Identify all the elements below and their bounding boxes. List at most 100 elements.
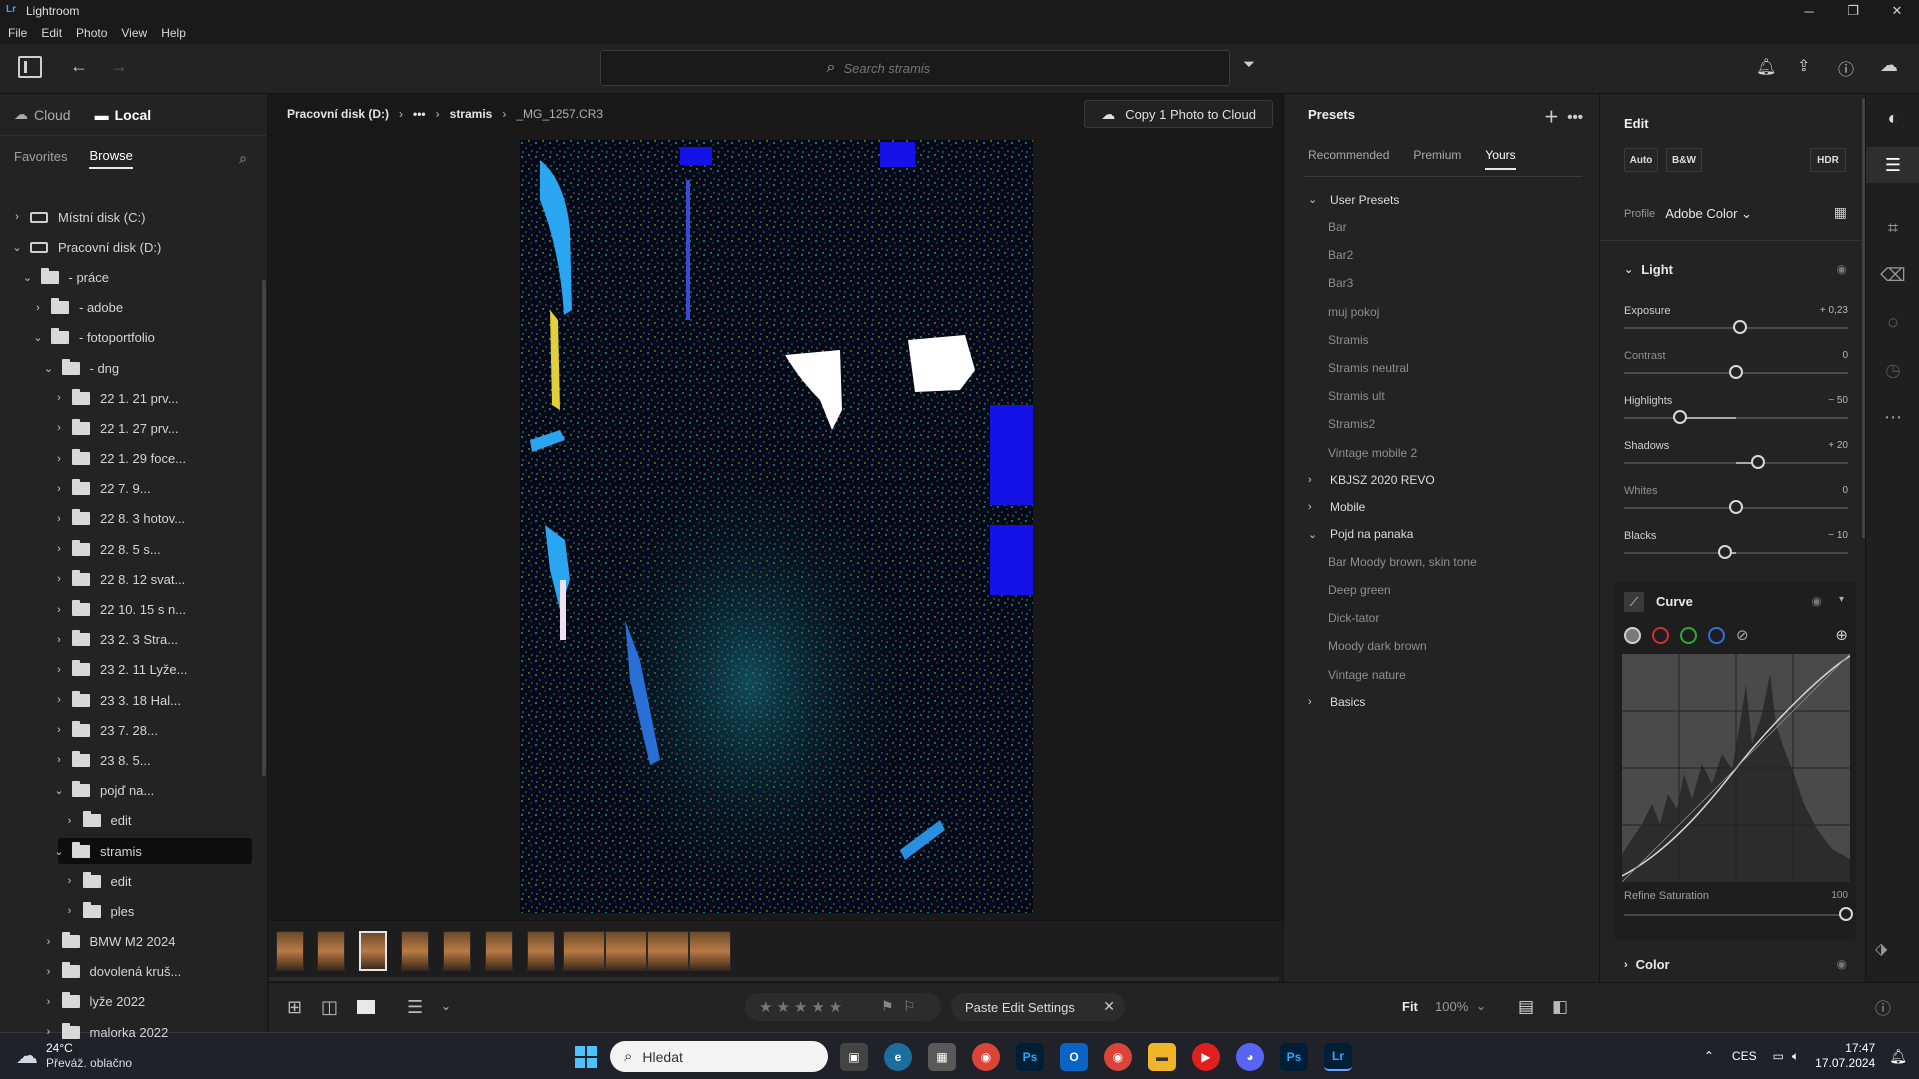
chevron-right-icon[interactable]: › — [42, 1026, 56, 1038]
chevron-right-icon[interactable]: › — [52, 422, 66, 434]
chevron-right-icon[interactable]: › — [52, 754, 66, 766]
chevron-right-icon[interactable]: › — [42, 966, 56, 978]
chevron-right-icon[interactable]: › — [52, 513, 66, 525]
slider-thumb[interactable] — [1729, 500, 1743, 514]
chevron-right-icon[interactable]: › — [52, 543, 66, 555]
curve-menu-chevron-icon[interactable]: ▾ — [1839, 594, 1844, 605]
preset-group[interactable]: › Basics — [1284, 689, 1600, 716]
chevron-down-icon[interactable]: ⌄ — [10, 241, 24, 254]
chevron-right-icon[interactable]: › — [63, 815, 77, 827]
preset-item[interactable]: Deep green — [1284, 576, 1600, 604]
curve-channel-blue[interactable] — [1708, 627, 1725, 644]
menu-edit[interactable]: Edit — [41, 26, 62, 40]
flag-reject-icon[interactable]: ⚐ — [903, 998, 916, 1015]
tree-folder-item[interactable]: ⌄ - fotoportfolio — [0, 323, 262, 353]
preset-item[interactable]: muj pokoj — [1284, 298, 1600, 326]
tree-folder-item[interactable]: › 23 2. 3 Stra... — [0, 625, 262, 655]
network-icon[interactable]: ▭ — [1773, 1049, 1784, 1063]
preset-item[interactable]: Vintage nature — [1284, 660, 1600, 688]
chevron-down-icon[interactable]: ⌄ — [52, 784, 66, 797]
language-indicator[interactable]: CES — [1732, 1049, 1757, 1063]
tree-folder-item[interactable]: › 22 8. 5 s... — [0, 534, 262, 564]
before-after-icon[interactable]: ◧ — [1552, 997, 1568, 1017]
curve-channel-rgb[interactable] — [1624, 627, 1641, 644]
main-photo[interactable] — [520, 140, 1033, 913]
preset-group[interactable]: ⌄ User Presets — [1284, 186, 1600, 213]
preset-group[interactable]: ⌄ Pojd na panaka — [1284, 521, 1600, 548]
masking-icon[interactable]: ◌ — [1866, 304, 1919, 340]
filmstrip-thumbnail[interactable] — [689, 931, 731, 971]
light-section-header[interactable]: ⌄ Light — [1624, 262, 1673, 277]
chevron-right-icon[interactable]: › — [63, 905, 77, 917]
chevron-right-icon[interactable]: › — [52, 634, 66, 646]
preset-item[interactable]: Stramis neutral — [1284, 354, 1600, 382]
preset-item[interactable]: Moody dark brown — [1284, 632, 1600, 660]
preset-item[interactable]: Bar2 — [1284, 241, 1600, 269]
cloud-status-icon[interactable]: ☁ — [1880, 55, 1898, 76]
tree-drive-item[interactable]: ⌄ Pracovní disk (D:) — [0, 232, 262, 262]
chevron-right-icon[interactable]: › — [52, 694, 66, 706]
discord-icon[interactable]: ◕ — [1236, 1043, 1264, 1071]
close-icon[interactable]: ✕ — [1103, 998, 1115, 1015]
left-panel-scrollbar[interactable] — [262, 280, 266, 776]
refine-saturation-thumb[interactable] — [1839, 907, 1853, 921]
hdr-button[interactable]: HDR — [1810, 148, 1846, 172]
filmstrip-thumbnail[interactable] — [443, 931, 471, 971]
menu-view[interactable]: View — [121, 26, 147, 40]
curve-visibility-eye-icon[interactable]: ◉ — [1812, 594, 1822, 608]
curve-channel-green[interactable] — [1680, 627, 1697, 644]
zoom-fit-button[interactable]: Fit — [1402, 999, 1418, 1014]
curve-channel-red[interactable] — [1652, 627, 1669, 644]
tree-folder-item[interactable]: › edit — [0, 806, 262, 836]
tree-folder-item[interactable]: › 22 1. 27 prv... — [0, 413, 262, 443]
paste-edit-settings-button[interactable]: Paste Edit Settings ✕ — [951, 993, 1125, 1021]
slider-thumb[interactable] — [1717, 545, 1732, 559]
tree-folder-item[interactable]: › ples — [0, 896, 262, 926]
slider-thumb[interactable] — [1751, 455, 1766, 469]
filmstrip-thumbnail-selected[interactable] — [359, 931, 387, 971]
tree-folder-item[interactable]: › 22 1. 21 prv... — [0, 383, 262, 413]
slider-value[interactable]: − 50 — [1828, 395, 1848, 406]
chevron-right-icon[interactable]: › — [10, 211, 24, 223]
tab-preset-recommended[interactable]: Recommended — [1308, 148, 1389, 170]
file-explorer-icon[interactable]: ▬ — [1148, 1043, 1176, 1071]
tab-preset-premium[interactable]: Premium — [1413, 148, 1461, 170]
flag-pick-icon[interactable]: ⚑ — [881, 998, 894, 1015]
windows-start-icon[interactable] — [572, 1043, 600, 1071]
tree-folder-item[interactable]: › 23 2. 11 Lyže... — [0, 655, 262, 685]
filmstrip-thumbnail[interactable] — [401, 931, 429, 971]
tab-cloud[interactable]: ☁ Cloud — [14, 106, 71, 123]
chevron-right-icon[interactable]: › — [63, 875, 77, 887]
chevron-right-icon[interactable]: › — [42, 996, 56, 1008]
light-visibility-eye-icon[interactable]: ◉ — [1837, 262, 1847, 276]
preset-group[interactable]: › Mobile — [1284, 494, 1600, 521]
clock[interactable]: 17:47 17.07.2024 — [1815, 1041, 1875, 1071]
notification-bell-icon[interactable]: 🔔︎ — [1889, 1048, 1907, 1065]
filmstrip-thumbnail[interactable] — [605, 931, 647, 971]
slider-thumb[interactable] — [1673, 410, 1687, 424]
profile-browser-grid-icon[interactable]: ▦ — [1834, 204, 1847, 221]
preset-item[interactable]: Stramis ult — [1284, 382, 1600, 410]
tab-local[interactable]: ▬ Local — [95, 107, 152, 123]
chevron-down-icon[interactable]: ⌄ — [42, 362, 56, 375]
slider-thumb[interactable] — [1729, 365, 1743, 379]
maximize-button[interactable]: ❐ — [1831, 0, 1875, 22]
chevron-right-icon[interactable]: › — [52, 573, 66, 585]
minimize-button[interactable]: ─ — [1787, 0, 1831, 22]
info-icon[interactable]: ⓘ — [1875, 995, 1891, 1019]
volume-icon[interactable]: 🔈︎ — [1792, 1049, 1799, 1064]
parametric-curve-icon[interactable]: ⊘ — [1736, 626, 1749, 644]
tree-folder-item[interactable]: › edit — [0, 866, 262, 896]
healing-eraser-icon[interactable]: ⌫ — [1866, 257, 1919, 293]
color-visibility-eye-icon[interactable]: ◉ — [1837, 957, 1847, 971]
tree-folder-item[interactable]: › dovolená kruš... — [0, 957, 262, 987]
menu-help[interactable]: Help — [161, 26, 186, 40]
photoshop-icon[interactable]: Ps — [1016, 1043, 1044, 1071]
tree-folder-item[interactable]: › BMW M2 2024 — [0, 927, 262, 957]
notifications-bell-icon[interactable]: 🔔︎ — [1756, 57, 1776, 77]
target-adjust-icon[interactable]: ⊕ — [1835, 626, 1848, 644]
breadcrumb-drive[interactable]: Pracovní disk (D:) — [287, 107, 389, 121]
slider-value[interactable]: − 10 — [1828, 530, 1848, 541]
tree-folder-item[interactable]: ⌄ - dng — [0, 353, 262, 383]
grid-view-icon[interactable]: ⊞ — [287, 997, 302, 1018]
